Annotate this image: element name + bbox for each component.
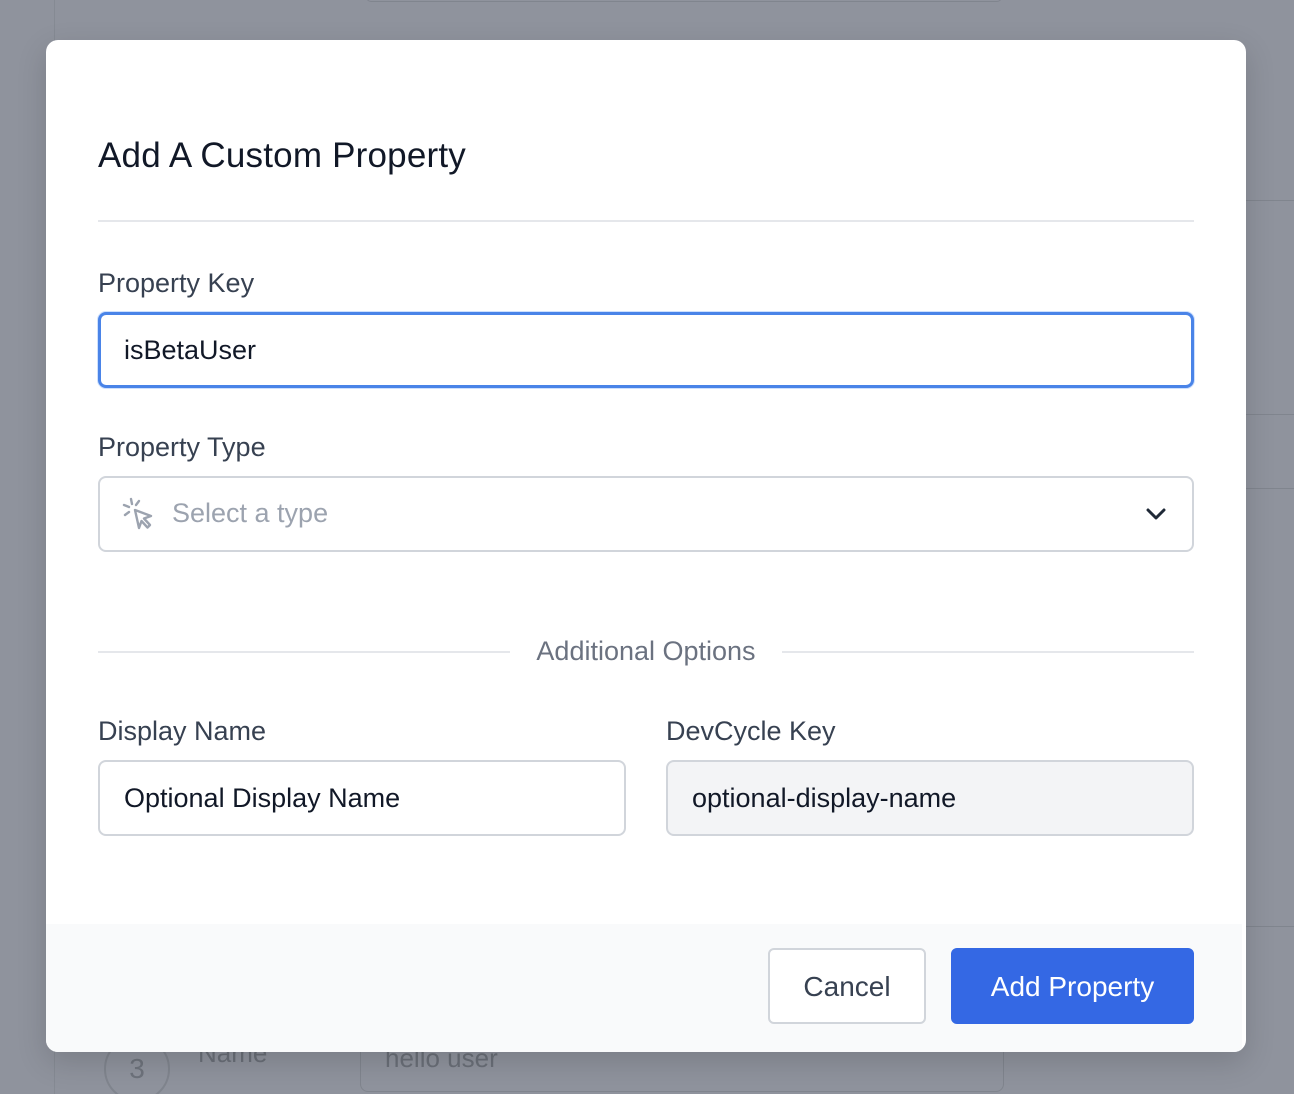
background-input: [366, 0, 1002, 2]
background-divider: [1246, 926, 1294, 927]
display-name-input[interactable]: [98, 760, 626, 836]
property-key-label: Property Key: [98, 268, 255, 298]
chevron-down-icon: [1146, 508, 1166, 520]
divider-line: [98, 651, 510, 653]
cancel-button[interactable]: Cancel: [768, 948, 926, 1024]
property-key-input[interactable]: [98, 312, 1194, 388]
background-divider: [1246, 414, 1294, 415]
modal-title: Add A Custom Property: [98, 136, 466, 175]
property-type-label: Property Type: [98, 432, 266, 462]
devcycle-key-field: [666, 760, 1194, 836]
property-type-select[interactable]: Select a type: [98, 476, 1194, 552]
property-type-placeholder: Select a type: [172, 498, 329, 528]
additional-options-divider: Additional Options: [98, 634, 1194, 674]
devcycle-key-label: DevCycle Key: [666, 716, 836, 746]
add-property-button[interactable]: Add Property: [951, 948, 1194, 1024]
additional-options-label: Additional Options: [536, 636, 756, 666]
add-custom-property-modal: Add A Custom Property Property Key Prope…: [46, 40, 1246, 1052]
modal-footer: Cancel Add Property: [46, 924, 1242, 1052]
background-divider: [1246, 488, 1294, 489]
background-divider: [1246, 200, 1294, 201]
display-name-label: Display Name: [98, 716, 267, 746]
cursor-click-icon: [122, 497, 153, 530]
divider-line: [782, 651, 1194, 653]
title-divider: [98, 220, 1194, 222]
